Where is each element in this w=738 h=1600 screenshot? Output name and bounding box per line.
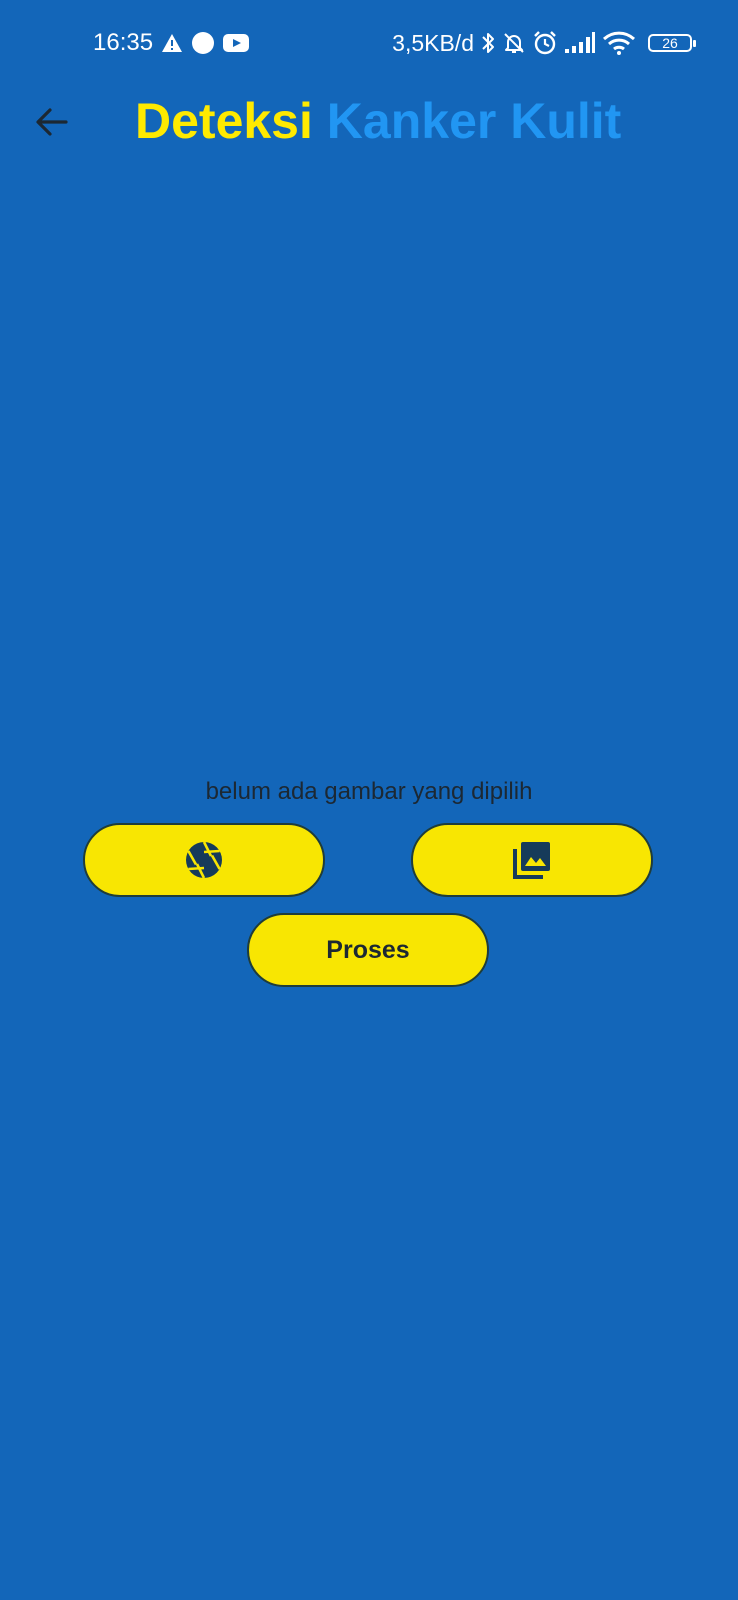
circle-notification-icon — [191, 31, 215, 55]
status-bar-left: 16:35 — [93, 28, 250, 58]
proses-button[interactable]: Proses — [247, 913, 489, 987]
status-bar-right: 3,5KB/d 26 — [392, 28, 696, 58]
battery-icon: 26 — [648, 34, 696, 52]
page-title: Deteksi Kanker Kulit — [135, 94, 621, 149]
arrow-left-icon — [34, 104, 70, 140]
youtube-icon — [223, 33, 250, 53]
title-kanker-kulit: Kanker Kulit — [326, 93, 622, 149]
status-time: 16:35 — [93, 29, 154, 56]
proses-button-label: Proses — [326, 935, 410, 964]
wifi-icon — [602, 31, 636, 55]
camera-aperture-icon — [184, 840, 224, 880]
gallery-button[interactable] — [411, 823, 653, 897]
status-bar: 16:35 3,5KB/d 26 — [0, 0, 738, 86]
bluetooth-icon — [480, 31, 496, 55]
app-bar: Deteksi Kanker Kulit — [0, 86, 738, 156]
camera-button[interactable] — [83, 823, 325, 897]
back-button[interactable] — [28, 98, 76, 146]
photo-library-icon — [512, 840, 552, 880]
alert-triangle-icon — [161, 33, 183, 53]
battery-level: 26 — [662, 35, 678, 51]
alarm-icon — [532, 30, 558, 56]
bell-off-icon — [502, 31, 526, 55]
title-deteksi: Deteksi — [135, 93, 313, 149]
signal-icon — [564, 32, 596, 54]
no-image-status-text: belum ada gambar yang dipilih — [205, 778, 533, 805]
network-speed: 3,5KB/d — [392, 29, 474, 56]
